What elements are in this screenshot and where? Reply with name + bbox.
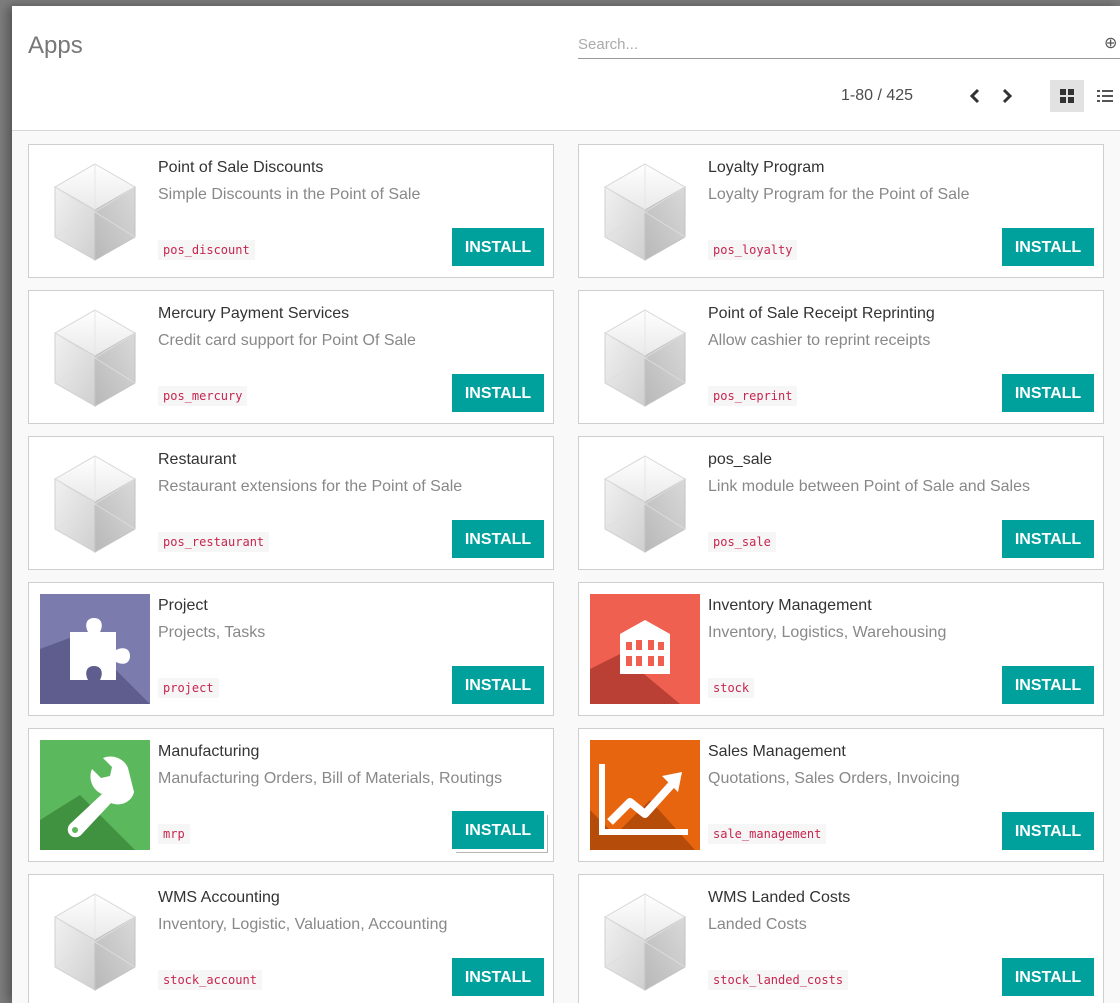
control-panel: Apps ⊕ 1-80 / 425 [12, 6, 1120, 131]
app-card[interactable]: Sales Management Quotations, Sales Order… [578, 728, 1104, 862]
install-button[interactable]: INSTALL [452, 958, 544, 996]
kanban-view-icon [1060, 89, 1074, 103]
pager-previous-button[interactable] [962, 82, 988, 110]
install-button[interactable]: INSTALL [452, 811, 544, 849]
technical-name: pos_reprint [708, 386, 798, 406]
technical-name: mrp [158, 824, 190, 844]
app-summary: Loyalty Program for the Point of Sale [708, 186, 970, 203]
app-card[interactable]: Inventory Management Inventory, Logistic… [578, 582, 1104, 716]
technical-name: pos_discount [158, 240, 255, 260]
install-button[interactable]: INSTALL [452, 666, 544, 704]
app-summary: Inventory, Logistic, Valuation, Accounti… [158, 916, 448, 933]
app-card[interactable]: Manufacturing Manufacturing Orders, Bill… [28, 728, 554, 862]
install-button[interactable]: INSTALL [452, 374, 544, 412]
install-button[interactable]: INSTALL [1002, 812, 1094, 850]
list-view-icon [1097, 90, 1113, 102]
apps-window: Apps ⊕ 1-80 / 425 [12, 6, 1120, 1003]
technical-name: project [158, 678, 219, 698]
cube-placeholder-icon [590, 302, 700, 412]
app-name: pos_sale [708, 451, 773, 468]
page-title: Apps [28, 32, 83, 59]
chevron-right-icon [1002, 88, 1013, 104]
search-box: ⊕ [578, 30, 1120, 59]
app-card[interactable]: Point of Sale Discounts Simple Discounts… [28, 144, 554, 278]
app-card[interactable]: WMS Landed Costs Landed Costs stock_land… [578, 874, 1104, 1003]
app-summary: Allow cashier to reprint receipts [708, 332, 931, 349]
install-button[interactable]: INSTALL [1002, 374, 1094, 412]
app-name: Project [158, 597, 208, 614]
technical-name: pos_loyalty [708, 240, 798, 260]
app-summary: Landed Costs [708, 916, 807, 933]
app-card[interactable]: Point of Sale Receipt Reprinting Allow c… [578, 290, 1104, 424]
chevron-left-icon [969, 88, 980, 104]
puzzle-piece-icon [40, 594, 150, 704]
app-summary: Manufacturing Orders, Bill of Materials,… [158, 770, 503, 787]
pager-value[interactable]: 1-80 / 425 [841, 87, 913, 105]
app-name: Inventory Management [708, 597, 872, 614]
technical-name: stock [708, 678, 755, 698]
app-summary: Restaurant extensions for the Point of S… [158, 478, 463, 495]
cube-placeholder-icon [40, 302, 150, 412]
cube-placeholder-icon [590, 448, 700, 558]
install-button[interactable]: INSTALL [1002, 228, 1094, 266]
app-summary: Quotations, Sales Orders, Invoicing [708, 770, 960, 787]
app-card[interactable]: pos_sale Link module between Point of Sa… [578, 436, 1104, 570]
app-summary: Projects, Tasks [158, 624, 266, 641]
app-card[interactable]: Restaurant Restaurant extensions for the… [28, 436, 554, 570]
install-button[interactable]: INSTALL [452, 520, 544, 558]
app-name: Mercury Payment Services [158, 305, 350, 322]
install-button[interactable]: INSTALL [1002, 666, 1094, 704]
install-button[interactable]: INSTALL [452, 228, 544, 266]
list-view-button[interactable] [1088, 80, 1120, 112]
app-name: Point of Sale Receipt Reprinting [708, 305, 935, 322]
app-summary: Link module between Point of Sale and Sa… [708, 478, 1030, 495]
warehouse-building-icon [590, 594, 700, 704]
search-input[interactable] [578, 34, 1078, 54]
app-summary: Simple Discounts in the Point of Sale [158, 186, 421, 203]
app-name: Manufacturing [158, 743, 260, 760]
app-card[interactable]: WMS Accounting Inventory, Logistic, Valu… [28, 874, 554, 1003]
app-card[interactable]: Mercury Payment Services Credit card sup… [28, 290, 554, 424]
trend-chart-icon [590, 740, 700, 850]
app-name: WMS Accounting [158, 889, 280, 906]
search-options-toggle-icon[interactable]: ⊕ [1104, 33, 1120, 55]
install-button[interactable]: INSTALL [1002, 520, 1094, 558]
technical-name: stock_account [158, 970, 262, 990]
install-button[interactable]: INSTALL [1002, 958, 1094, 996]
technical-name: pos_sale [708, 532, 776, 552]
technical-name: pos_restaurant [158, 532, 270, 552]
cube-placeholder-icon [590, 886, 700, 996]
cube-placeholder-icon [40, 886, 150, 996]
cube-placeholder-icon [40, 156, 150, 266]
app-card[interactable]: Loyalty Program Loyalty Program for the … [578, 144, 1104, 278]
apps-kanban-view: Point of Sale Discounts Simple Discounts… [12, 131, 1120, 1003]
app-name: Point of Sale Discounts [158, 159, 324, 176]
pager-next-button[interactable] [994, 82, 1020, 110]
kanban-view-button[interactable] [1050, 80, 1084, 112]
app-card[interactable]: Project Projects, Tasks project INSTALL [28, 582, 554, 716]
cube-placeholder-icon [590, 156, 700, 266]
app-summary: Inventory, Logistics, Warehousing [708, 624, 947, 641]
technical-name: pos_mercury [158, 386, 248, 406]
cube-placeholder-icon [40, 448, 150, 558]
app-name: Loyalty Program [708, 159, 825, 176]
app-name: WMS Landed Costs [708, 889, 851, 906]
technical-name: sale_management [708, 824, 827, 844]
app-name: Restaurant [158, 451, 237, 468]
app-summary: Credit card support for Point Of Sale [158, 332, 416, 349]
wrench-icon [40, 740, 150, 850]
technical-name: stock_landed_costs [708, 970, 849, 990]
app-name: Sales Management [708, 743, 846, 760]
